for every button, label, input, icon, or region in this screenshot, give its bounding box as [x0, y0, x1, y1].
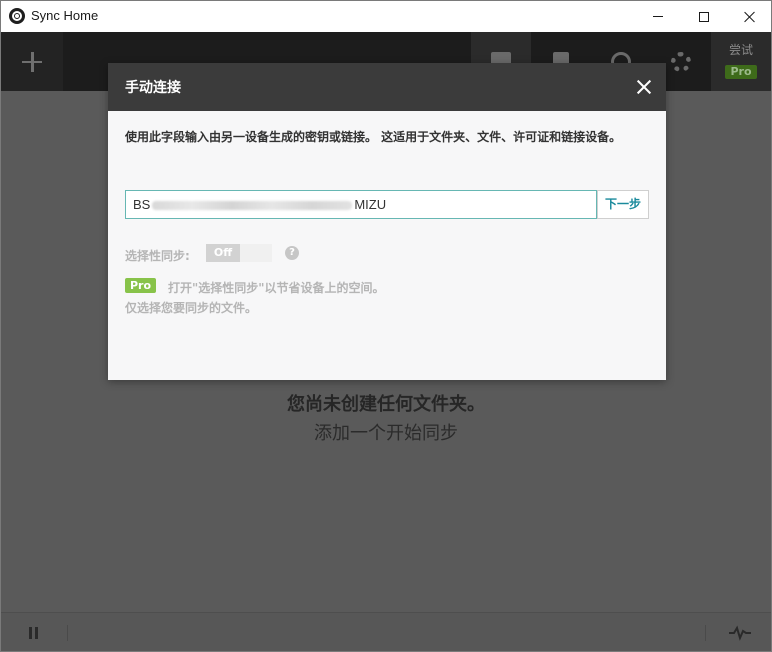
- divider: [67, 625, 68, 641]
- manual-connection-dialog: 手动连接 使用此字段输入由另一设备生成的密钥或链接。 这适用于文件夹、文件、许可…: [108, 63, 666, 380]
- key-suffix: MIZU: [354, 197, 387, 212]
- gear-icon: [671, 52, 691, 72]
- add-folder-button[interactable]: [1, 32, 63, 91]
- close-window-button[interactable]: [727, 1, 771, 32]
- app-window: Sync Home 尝试 Pro 您尚未创建任何文件夹。 添加一个开始同步 手动…: [0, 0, 772, 652]
- activity-icon[interactable]: [729, 625, 751, 641]
- dialog-header: 手动连接: [108, 63, 666, 111]
- divider: [705, 625, 706, 641]
- empty-state-title: 您尚未创建任何文件夹。: [287, 394, 485, 415]
- window-title: Sync Home: [31, 8, 99, 23]
- dialog-description: 使用此字段输入由另一设备生成的密钥或链接。 这适用于文件夹、文件、许可证和链接设…: [125, 130, 622, 144]
- help-icon[interactable]: ?: [285, 246, 299, 260]
- maximize-icon: [699, 11, 709, 22]
- redacted-key: [152, 201, 353, 211]
- pro-feature-text: 打开"选择性同步"以节省设备上的空间。: [168, 281, 385, 295]
- selective-sync-label: 选择性同步:: [125, 249, 190, 263]
- try-pro-button[interactable]: 尝试 Pro: [711, 32, 771, 91]
- selective-sync-toggle[interactable]: Off: [206, 244, 272, 262]
- titlebar: Sync Home: [1, 1, 771, 32]
- key-prefix: BS: [133, 197, 151, 212]
- dialog-title: 手动连接: [125, 80, 181, 96]
- maximize-button[interactable]: [681, 1, 727, 32]
- next-button[interactable]: 下一步: [597, 190, 649, 219]
- minimize-icon: [653, 16, 663, 17]
- key-link-input[interactable]: BS MIZU: [125, 190, 597, 219]
- close-icon: [744, 11, 756, 23]
- minimize-button[interactable]: [635, 1, 681, 32]
- pro-feature-subtext: 仅选择您要同步的文件。: [125, 301, 258, 315]
- status-bar: [1, 612, 771, 651]
- pro-tag: Pro: [125, 278, 156, 293]
- close-dialog-icon[interactable]: [636, 79, 652, 95]
- pro-badge: Pro: [725, 65, 757, 79]
- trial-label: 尝试: [729, 43, 754, 57]
- pause-icon[interactable]: [29, 627, 39, 639]
- plus-icon: [22, 51, 42, 72]
- toggle-state: Off: [206, 244, 240, 262]
- empty-state-subtitle[interactable]: 添加一个开始同步: [1, 419, 771, 445]
- resilio-logo-icon: [9, 8, 25, 24]
